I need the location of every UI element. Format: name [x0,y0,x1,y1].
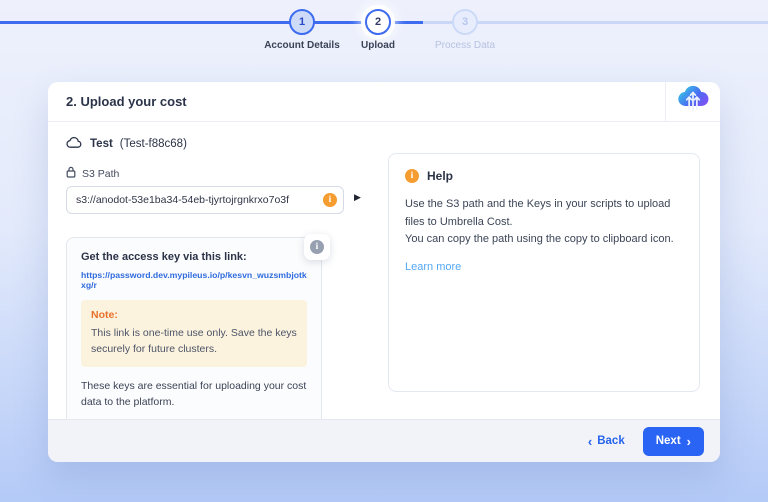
step-circle-process-data: 3 [452,9,478,35]
help-panel: i Help Use the S3 path and the Keys in y… [388,153,700,392]
lock-icon [66,166,76,181]
s3-path-input[interactable] [66,186,344,214]
help-title-row: i Help [405,169,683,183]
step-label-process-data: Process Data [434,40,496,51]
next-button[interactable]: Next › [642,426,704,456]
s3-path-label: S3 Path [82,167,120,180]
access-key-box: i Get the access key via this link: http… [66,234,330,427]
info-icon: i [310,240,324,254]
card-footer: ‹ Back Next › [48,419,720,462]
access-key-link[interactable]: https://password.dev.mypileus.io/p/kesvn… [81,270,307,290]
step-circle-account-details[interactable]: 1 [289,9,315,35]
brand-logo [665,82,720,121]
back-chevron-icon: ‹ [587,433,593,449]
s3-path-info-icon[interactable]: i [323,193,337,207]
expand-arrow-icon[interactable]: ▶ [354,192,361,203]
account-row: Test (Test-f88c68) [66,136,187,152]
note-text: This link is one-time use only. Save the… [91,327,297,356]
help-line-2: You can copy the path using the copy to … [405,233,674,246]
upload-cost-card: 2. Upload your cost Test (Test-f88c68) S… [48,82,720,462]
account-name: Test [90,138,113,150]
page-title: 2. Upload your cost [66,94,187,109]
access-key-title: Get the access key via this link: [81,251,247,263]
help-info-icon: i [405,169,419,183]
cloud-icon [66,136,83,152]
stepper-track-complete [0,21,423,24]
help-title: Help [427,169,454,183]
account-id: (Test-f88c68) [119,138,187,150]
note-box: Note: This link is one-time use only. Sa… [81,300,307,367]
back-button-label: Back [597,435,625,447]
card-header: 2. Upload your cost [48,82,720,122]
s3-path-label-row: S3 Path [66,166,119,181]
access-key-footer-text: These keys are essential for uploading y… [81,379,307,409]
umbrella-cost-cloud-logo-icon [676,84,710,119]
s3-path-field-wrap: i [66,186,344,214]
next-chevron-icon: › [686,433,691,449]
help-line-1: Use the S3 path and the Keys in your scr… [405,198,671,228]
card-body: Test (Test-f88c68) S3 Path i ▶ i Get the… [48,122,720,427]
note-label: Note: [91,309,118,321]
step-circle-upload[interactable]: 2 [365,9,391,35]
help-text: Use the S3 path and the Keys in your scr… [405,196,683,249]
next-button-label: Next [655,435,681,447]
access-key-info-button[interactable]: i [304,234,330,260]
back-button[interactable]: ‹ Back [588,435,625,448]
learn-more-link[interactable]: Learn more [405,261,461,273]
